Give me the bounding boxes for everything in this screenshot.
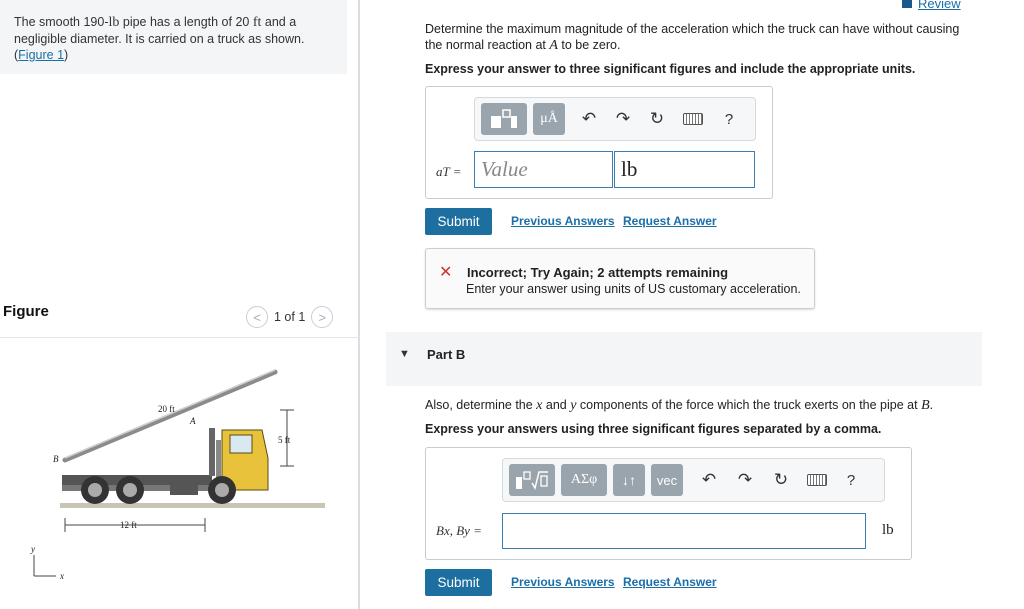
ground (60, 503, 325, 508)
reset-icon[interactable]: ↻ (767, 466, 795, 494)
partA-answer-label: aT = (436, 164, 462, 179)
partB-unit-label: lb (882, 522, 894, 538)
label-pipe-length: 20 ft (158, 404, 175, 414)
unit-input[interactable]: lb (614, 151, 755, 188)
feedback-message: Enter your answer using units of US cust… (466, 282, 801, 296)
label-base: 12 ft (120, 520, 137, 530)
partB-title: Part B (427, 347, 466, 362)
partA-toolbar: μÅ ↶ ↷ ↻ ? (474, 97, 756, 141)
help-icon[interactable]: ? (715, 105, 743, 133)
figure-link[interactable]: Figure 1 (18, 48, 64, 62)
partA-answer-box: μÅ ↶ ↷ ↻ ? aT = Value lb (425, 86, 773, 199)
feedback-box: ✕ Incorrect; Try Again; 2 attempts remai… (425, 248, 815, 309)
chevron-left-icon[interactable]: < (246, 306, 268, 328)
partB-answer-input[interactable] (502, 513, 866, 549)
label-axis-y: y (30, 544, 35, 554)
keyboard-icon[interactable] (803, 466, 831, 494)
vec-button[interactable]: vec (651, 464, 683, 496)
partB-header[interactable]: ▼ Part B (386, 332, 982, 386)
help-icon[interactable]: ? (837, 466, 865, 494)
label-height: 5 ft (278, 435, 291, 445)
partA-request-answer-link[interactable]: Request Answer (623, 214, 717, 228)
partA-previous-answers-link[interactable]: Previous Answers (511, 214, 615, 228)
undo-icon[interactable]: ↶ (575, 105, 603, 133)
reset-icon[interactable]: ↻ (643, 105, 671, 133)
divider (0, 337, 360, 338)
review-link[interactable]: Review (902, 0, 961, 11)
weight-unit: lb (108, 15, 120, 30)
label-point-b: B (53, 454, 59, 464)
partB-answer-label: Bx, By = (436, 523, 482, 538)
partB-previous-answers-link[interactable]: Previous Answers (511, 575, 615, 589)
label-axis-x: x (59, 571, 64, 581)
partB-answer-box: ΑΣφ ↓↑ vec ↶ ↷ ↻ ? Bx, By = lb (425, 447, 912, 560)
swap-button[interactable]: ↓↑ (613, 464, 645, 496)
figure-pager: < 1 of 1 > (246, 306, 334, 328)
feedback-title: Incorrect; Try Again; 2 attempts remaini… (467, 265, 729, 280)
templates-icon[interactable] (481, 103, 527, 135)
partB-question: Also, determine the x and y components o… (425, 398, 934, 413)
partB-instruction: Express your answers using three signifi… (425, 422, 882, 436)
problem-text-2: pipe has a length of 20 (119, 15, 253, 29)
redo-icon[interactable]: ↷ (609, 105, 637, 133)
keyboard-icon[interactable] (679, 105, 707, 133)
truck-figure: 20 ft A 5 ft B 12 ft y x (30, 369, 325, 581)
left-panel: The smooth 190-lb pipe has a length of 2… (0, 0, 360, 609)
problem-text-1: The smooth 190- (14, 15, 109, 29)
redo-icon[interactable]: ↷ (731, 466, 759, 494)
caret-down-icon: ▼ (399, 348, 410, 360)
figure-title: Figure (3, 303, 49, 320)
partB-submit-button[interactable]: Submit (425, 569, 492, 596)
x-icon: ✕ (439, 264, 453, 281)
chevron-right-icon[interactable]: > (311, 306, 334, 328)
partA-instruction: Express your answer to three significant… (425, 62, 916, 76)
greek-button[interactable]: ΑΣφ (561, 464, 607, 496)
templates-radical-icon[interactable] (509, 464, 555, 496)
label-point-a: A (189, 416, 196, 426)
problem-statement: The smooth 190-lb pipe has a length of 2… (0, 0, 347, 74)
value-input[interactable]: Value (474, 151, 613, 188)
partA-question: Determine the maximum magnitude of the a… (425, 22, 960, 53)
units-button[interactable]: μÅ (533, 103, 565, 135)
undo-icon[interactable]: ↶ (695, 466, 723, 494)
partA-submit-button[interactable]: Submit (425, 208, 492, 235)
review-icon (902, 0, 912, 8)
partB-toolbar: ΑΣφ ↓↑ vec ↶ ↷ ↻ ? (502, 458, 885, 502)
partB-request-answer-link[interactable]: Request Answer (623, 575, 717, 589)
pager-text: 1 of 1 (274, 310, 306, 324)
